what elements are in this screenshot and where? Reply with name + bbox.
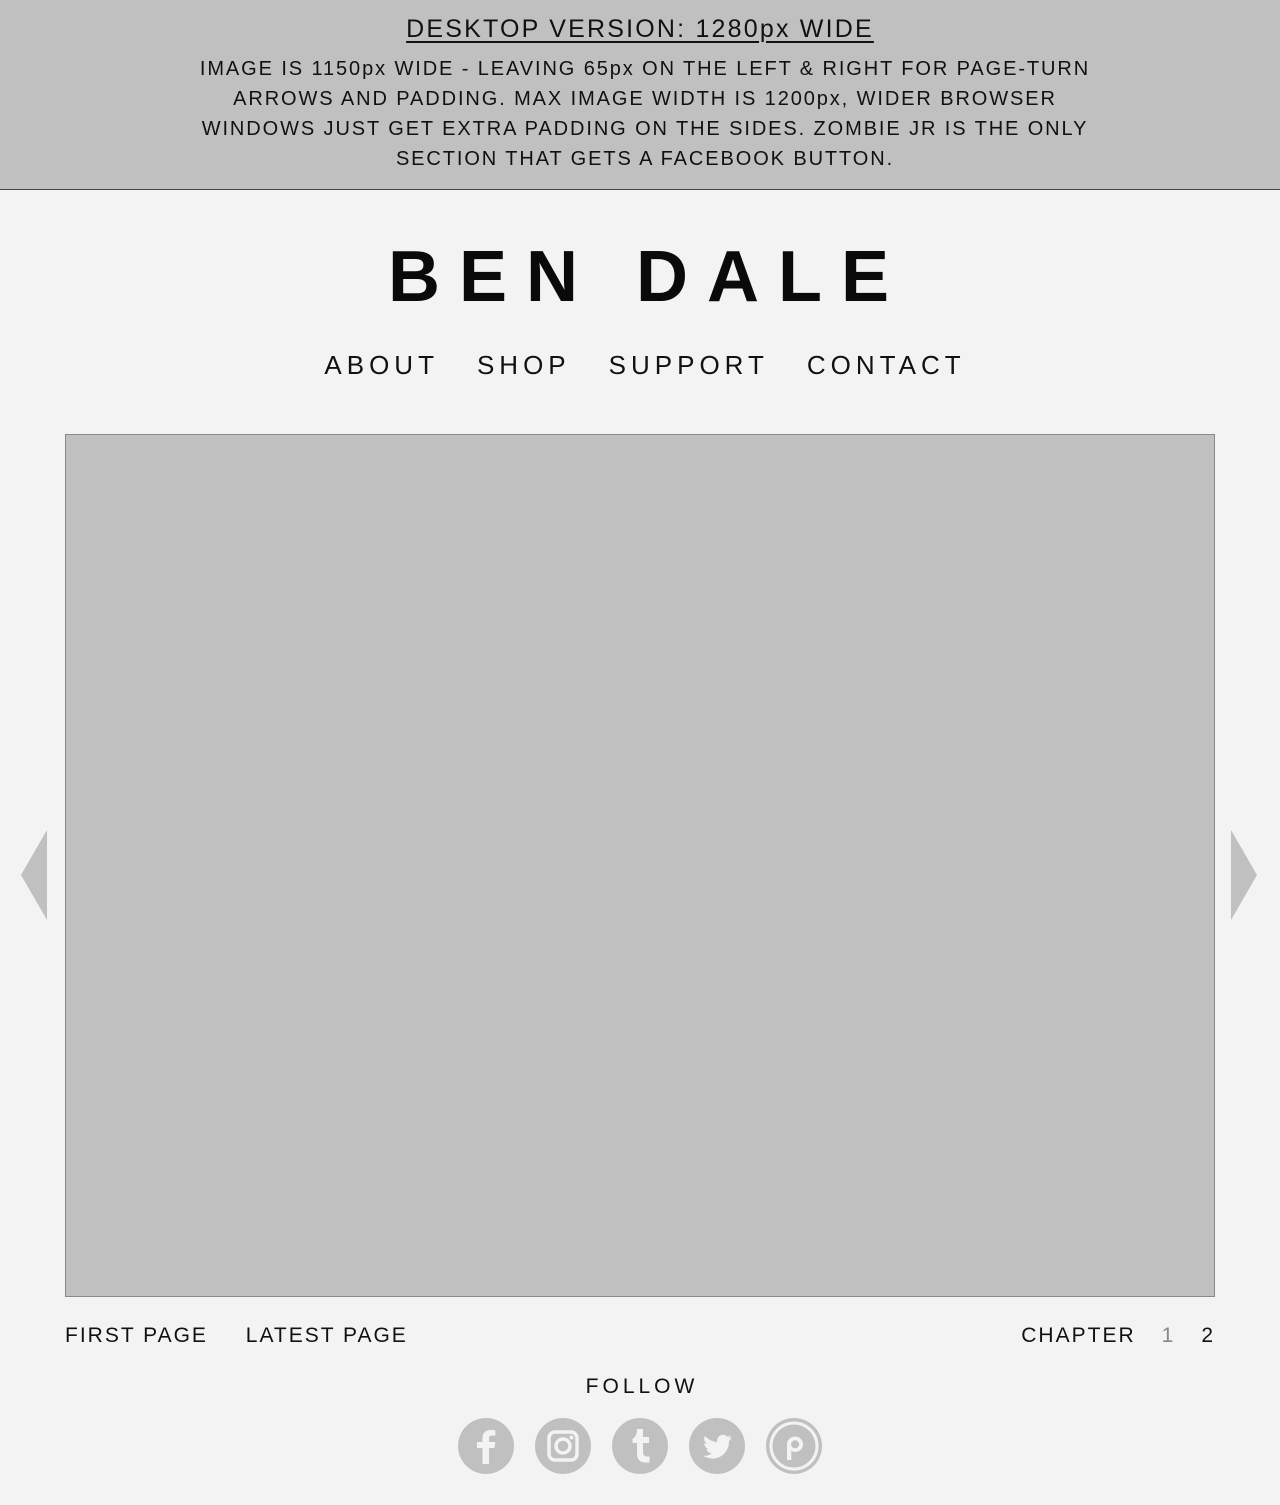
- chapter-label: CHAPTER: [1021, 1324, 1136, 1347]
- nav-item-support[interactable]: SUPPORT: [609, 350, 769, 381]
- tumblr-button[interactable]: [612, 1418, 668, 1474]
- twitter-button[interactable]: [689, 1418, 745, 1474]
- follow-heading: FOLLOW: [585, 1375, 699, 1398]
- nav-item-shop[interactable]: SHOP: [477, 350, 571, 381]
- social-links: [0, 1418, 1280, 1474]
- facebook-button[interactable]: [458, 1418, 514, 1474]
- previous-page-button[interactable]: [20, 830, 48, 920]
- tumblr-icon: [632, 1429, 650, 1463]
- nav-item-contact[interactable]: CONTACT: [807, 350, 966, 381]
- chapter-2-link[interactable]: 2: [1201, 1324, 1215, 1348]
- chapter-selector: CHAPTER 1 2: [1021, 1324, 1215, 1348]
- site-logo[interactable]: BEN DALE: [0, 236, 1280, 318]
- triangle-left-icon: [21, 830, 47, 920]
- banner-title: DESKTOP VERSION: 1280px WIDE: [406, 15, 874, 43]
- patreon-icon: [769, 1421, 819, 1471]
- twitter-icon: [703, 1434, 732, 1459]
- comic-page-image[interactable]: [65, 434, 1215, 1297]
- patreon-button[interactable]: [766, 1418, 822, 1474]
- latest-page-link[interactable]: LATEST PAGE: [246, 1324, 408, 1347]
- nav-item-about[interactable]: ABOUT: [324, 350, 439, 381]
- chapter-1-current: 1: [1161, 1324, 1176, 1347]
- instagram-button[interactable]: [535, 1418, 591, 1474]
- triangle-right-icon: [1231, 830, 1257, 920]
- banner-body: IMAGE IS 1150px WIDE - LEAVING 65px ON T…: [199, 58, 1091, 170]
- facebook-icon: [477, 1430, 496, 1464]
- page-navigation: FIRST PAGE LATEST PAGE: [65, 1324, 438, 1348]
- next-page-button[interactable]: [1230, 830, 1258, 920]
- annotation-banner: DESKTOP VERSION: 1280px WIDE IMAGE IS 11…: [0, 0, 1280, 190]
- main-nav: ABOUT SHOP SUPPORT CONTACT: [0, 350, 1280, 381]
- instagram-icon: [547, 1430, 579, 1462]
- first-page-link[interactable]: FIRST PAGE: [65, 1324, 208, 1347]
